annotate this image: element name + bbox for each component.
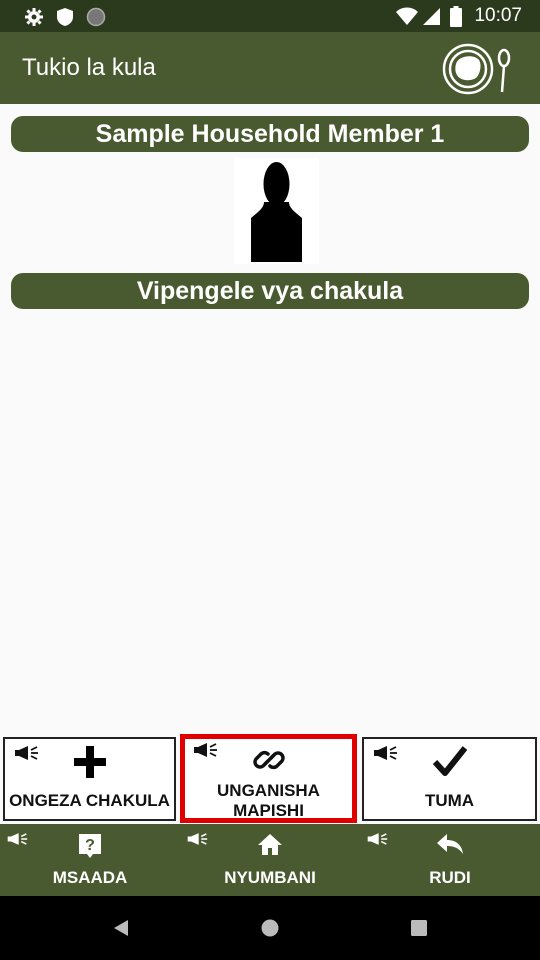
signal-icon xyxy=(421,7,441,31)
person-silhouette-icon xyxy=(234,162,319,268)
megaphone-icon[interactable] xyxy=(186,832,208,851)
megaphone-icon[interactable] xyxy=(192,742,218,763)
home-icon xyxy=(257,832,283,861)
nav-back[interactable]: RUDI xyxy=(360,824,540,896)
submit-label: TUMA xyxy=(424,791,475,810)
system-nav-bar xyxy=(0,896,540,960)
link-recipe-button[interactable]: UNGANISHA MAPISHI xyxy=(180,734,357,823)
megaphone-icon[interactable] xyxy=(372,745,398,766)
page-title: Tukio la kula xyxy=(22,54,156,81)
gear-icon xyxy=(24,7,44,32)
plate-spoon-icon xyxy=(442,42,518,101)
bottom-nav: ? MSAADA NYUMBANI RUDI xyxy=(0,824,540,896)
help-icon: ? xyxy=(77,832,103,865)
avatar xyxy=(234,158,319,264)
nav-home-label: NYUMBANI xyxy=(224,868,316,887)
food-components-header: Vipengele vya chakula xyxy=(11,273,529,309)
shield-icon xyxy=(56,7,74,32)
megaphone-icon[interactable] xyxy=(13,745,39,766)
link-recipe-label-line2: MAPISHI xyxy=(233,801,304,820)
link-recipe-label: UNGANISHA MAPISHI xyxy=(185,781,352,821)
megaphone-icon[interactable] xyxy=(6,832,28,851)
nav-home[interactable]: NYUMBANI xyxy=(180,824,360,896)
system-home-icon[interactable] xyxy=(260,918,280,943)
link-icon xyxy=(252,743,286,782)
checkmark-icon xyxy=(432,745,467,782)
system-back-icon[interactable] xyxy=(112,918,130,943)
link-recipe-label-line1: UNGANISHA xyxy=(217,781,320,800)
battery-icon xyxy=(450,6,462,32)
add-food-button[interactable]: ONGEZA CHAKULA xyxy=(3,737,176,821)
back-arrow-icon xyxy=(436,832,464,861)
system-recents-icon[interactable] xyxy=(410,919,428,942)
plus-icon xyxy=(73,745,107,784)
nav-back-label: RUDI xyxy=(429,868,471,887)
svg-text:?: ? xyxy=(85,837,95,854)
megaphone-icon[interactable] xyxy=(366,832,388,851)
nav-help-label: MSAADA xyxy=(52,868,128,887)
submit-button[interactable]: TUMA xyxy=(362,737,537,821)
app-bar: Tukio la kula xyxy=(0,32,540,104)
circle-icon xyxy=(86,7,106,32)
add-food-label: ONGEZA CHAKULA xyxy=(9,791,170,810)
status-bar: 10:07 xyxy=(0,0,540,32)
member-name-banner: Sample Household Member 1 xyxy=(11,116,529,152)
status-time: 10:07 xyxy=(474,5,522,26)
wifi-icon xyxy=(395,6,419,31)
nav-help[interactable]: ? MSAADA xyxy=(0,824,180,896)
